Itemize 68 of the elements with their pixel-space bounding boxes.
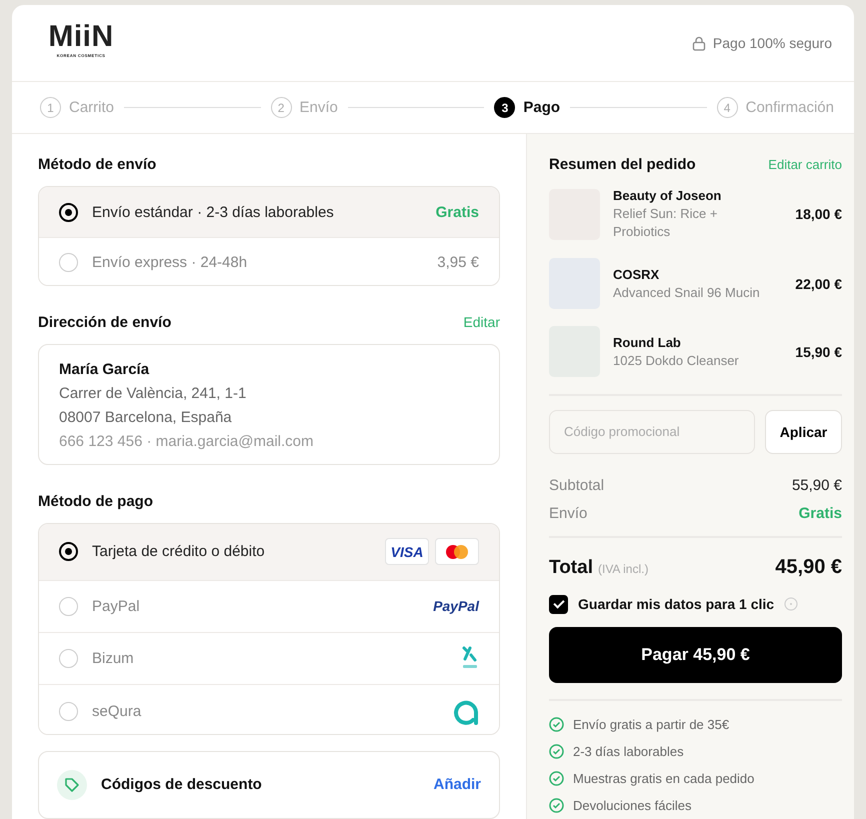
option-label: Envío express · 24-48h xyxy=(92,254,248,271)
checkbox[interactable] xyxy=(549,594,568,614)
benefit-text: 2-3 días laborables xyxy=(573,744,684,759)
summary-title: Resumen del pedido xyxy=(549,156,696,173)
section-title: Método de pago xyxy=(38,492,153,510)
product-name: 1025 Dokdo Cleanser xyxy=(613,352,740,370)
pay-button[interactable]: Pagar 45,90 € xyxy=(549,626,842,683)
step-number: 4 xyxy=(716,97,738,118)
summary-value: 55,90 € xyxy=(792,477,842,494)
total-value: 45,90 € xyxy=(775,556,842,579)
payment-option[interactable]: seQura xyxy=(39,684,499,734)
check-circle-icon xyxy=(549,798,564,813)
step-number: 2 xyxy=(270,97,292,118)
option-label: Tarjeta de crédito o débito xyxy=(92,543,266,560)
check-circle-icon xyxy=(549,744,564,759)
product-brand: Round Lab xyxy=(613,334,682,352)
radio-button[interactable] xyxy=(59,542,78,562)
address-line: 08007 Barcelona, España xyxy=(59,408,233,426)
promo-code-field[interactable]: Código promocional xyxy=(549,410,755,454)
total-label: Total xyxy=(549,556,593,578)
save-data-label: Guardar mis datos para 1 clic xyxy=(578,596,774,612)
product-brand: Beauty of Joseon xyxy=(613,187,722,205)
benefit-text: Muestras gratis en cada pedido xyxy=(573,770,754,786)
step-number: 3 xyxy=(494,97,516,118)
edit-cart-link[interactable]: Editar carrito xyxy=(768,157,842,172)
step-label[interactable]: Pago xyxy=(523,99,560,116)
step-number: 1 xyxy=(40,97,61,118)
benefit-text: Envío gratis a partir de 35€ xyxy=(573,716,730,732)
info-icon[interactable] xyxy=(784,597,798,612)
product-name: Advanced Snail 96 Mucin xyxy=(613,284,761,302)
shipping-option[interactable]: Envío estándar · 2-3 días laborables Gratis xyxy=(39,187,499,237)
contact-line: 666 123 456 · maria.garcia@mail.com xyxy=(59,432,315,450)
benefit-text: Devoluciones fáciles xyxy=(573,798,692,813)
option-label: seQura xyxy=(92,703,142,720)
section-title: Dirección de envío xyxy=(38,314,172,331)
option-label: Bizum xyxy=(92,650,135,667)
product-name: Relief Sun: Rice + Probiotics xyxy=(613,205,718,241)
product-price: 18,00 € xyxy=(795,206,842,222)
section-title: Método de envío xyxy=(38,156,156,173)
option-price: Gratis xyxy=(436,204,479,220)
option-price: 3,95 € xyxy=(437,254,479,271)
option-label: Envío estándar · 2-3 días laborables xyxy=(92,204,335,220)
secure-payment-label: Pago 100% seguro xyxy=(712,35,832,51)
payment-option[interactable]: Tarjeta de crédito o débito VISA xyxy=(39,524,499,580)
tax-note: (IVA incl.) xyxy=(598,562,648,576)
edit-link[interactable]: Editar xyxy=(463,314,500,330)
address-line: Carrer de València, 241, 1-1 xyxy=(59,384,248,402)
mastercard-logo xyxy=(435,538,479,566)
check-circle-icon xyxy=(549,770,564,786)
discount-label: Códigos de descuento xyxy=(101,776,263,794)
visa-logo: VISA xyxy=(385,538,429,566)
product-brand: COSRX xyxy=(613,266,660,284)
apply-button[interactable]: Aplicar xyxy=(765,410,842,454)
lock-icon xyxy=(692,36,706,50)
product-price: 15,90 € xyxy=(795,344,842,360)
sequra-logo xyxy=(453,698,479,725)
tag-icon xyxy=(57,770,87,800)
summary-value: Gratis xyxy=(798,505,842,522)
summary-label: Envío xyxy=(549,505,588,522)
check-circle-icon xyxy=(549,716,564,732)
add-link[interactable]: Añadir xyxy=(433,776,481,794)
option-label: PayPal xyxy=(92,598,141,615)
paypal-logo: PayPal xyxy=(433,598,479,614)
shipping-option[interactable]: Envío express · 24-48h 3,95 € xyxy=(39,237,499,285)
product-price: 22,00 € xyxy=(795,276,842,292)
summary-label: Subtotal xyxy=(549,477,604,494)
radio-button[interactable] xyxy=(59,202,78,222)
recipient-name: María García xyxy=(59,360,150,378)
